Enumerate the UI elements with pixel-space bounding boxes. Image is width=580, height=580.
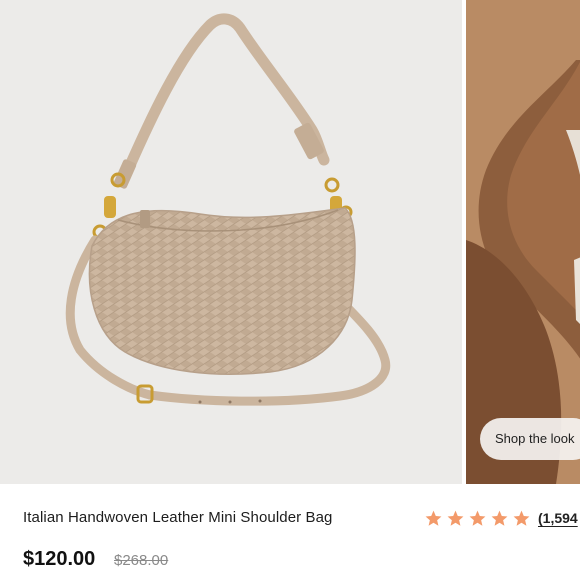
review-count-link[interactable]: (1,594	[538, 510, 578, 526]
product-image-model[interactable]: Shop the look	[466, 0, 580, 484]
shop-the-look-button[interactable]: Shop the look	[480, 418, 580, 460]
product-info: Italian Handwoven Leather Mini Shoulder …	[0, 484, 580, 580]
product-rating[interactable]: (1,594	[424, 507, 578, 529]
product-image-main[interactable]	[0, 0, 462, 484]
price-current: $120.00	[23, 548, 96, 570]
bag-illustration	[65, 13, 391, 406]
price-original: $268.00	[114, 552, 169, 569]
star-rating	[424, 509, 531, 528]
star-icon	[513, 510, 530, 526]
model-photo-illustration	[466, 0, 580, 484]
star-icon	[425, 510, 442, 526]
star-icon	[447, 510, 464, 526]
star-icon	[491, 510, 508, 526]
product-title[interactable]: Italian Handwoven Leather Mini Shoulder …	[23, 509, 333, 526]
product-image-gallery[interactable]: Shop the look	[0, 0, 580, 484]
star-icon	[469, 510, 486, 526]
